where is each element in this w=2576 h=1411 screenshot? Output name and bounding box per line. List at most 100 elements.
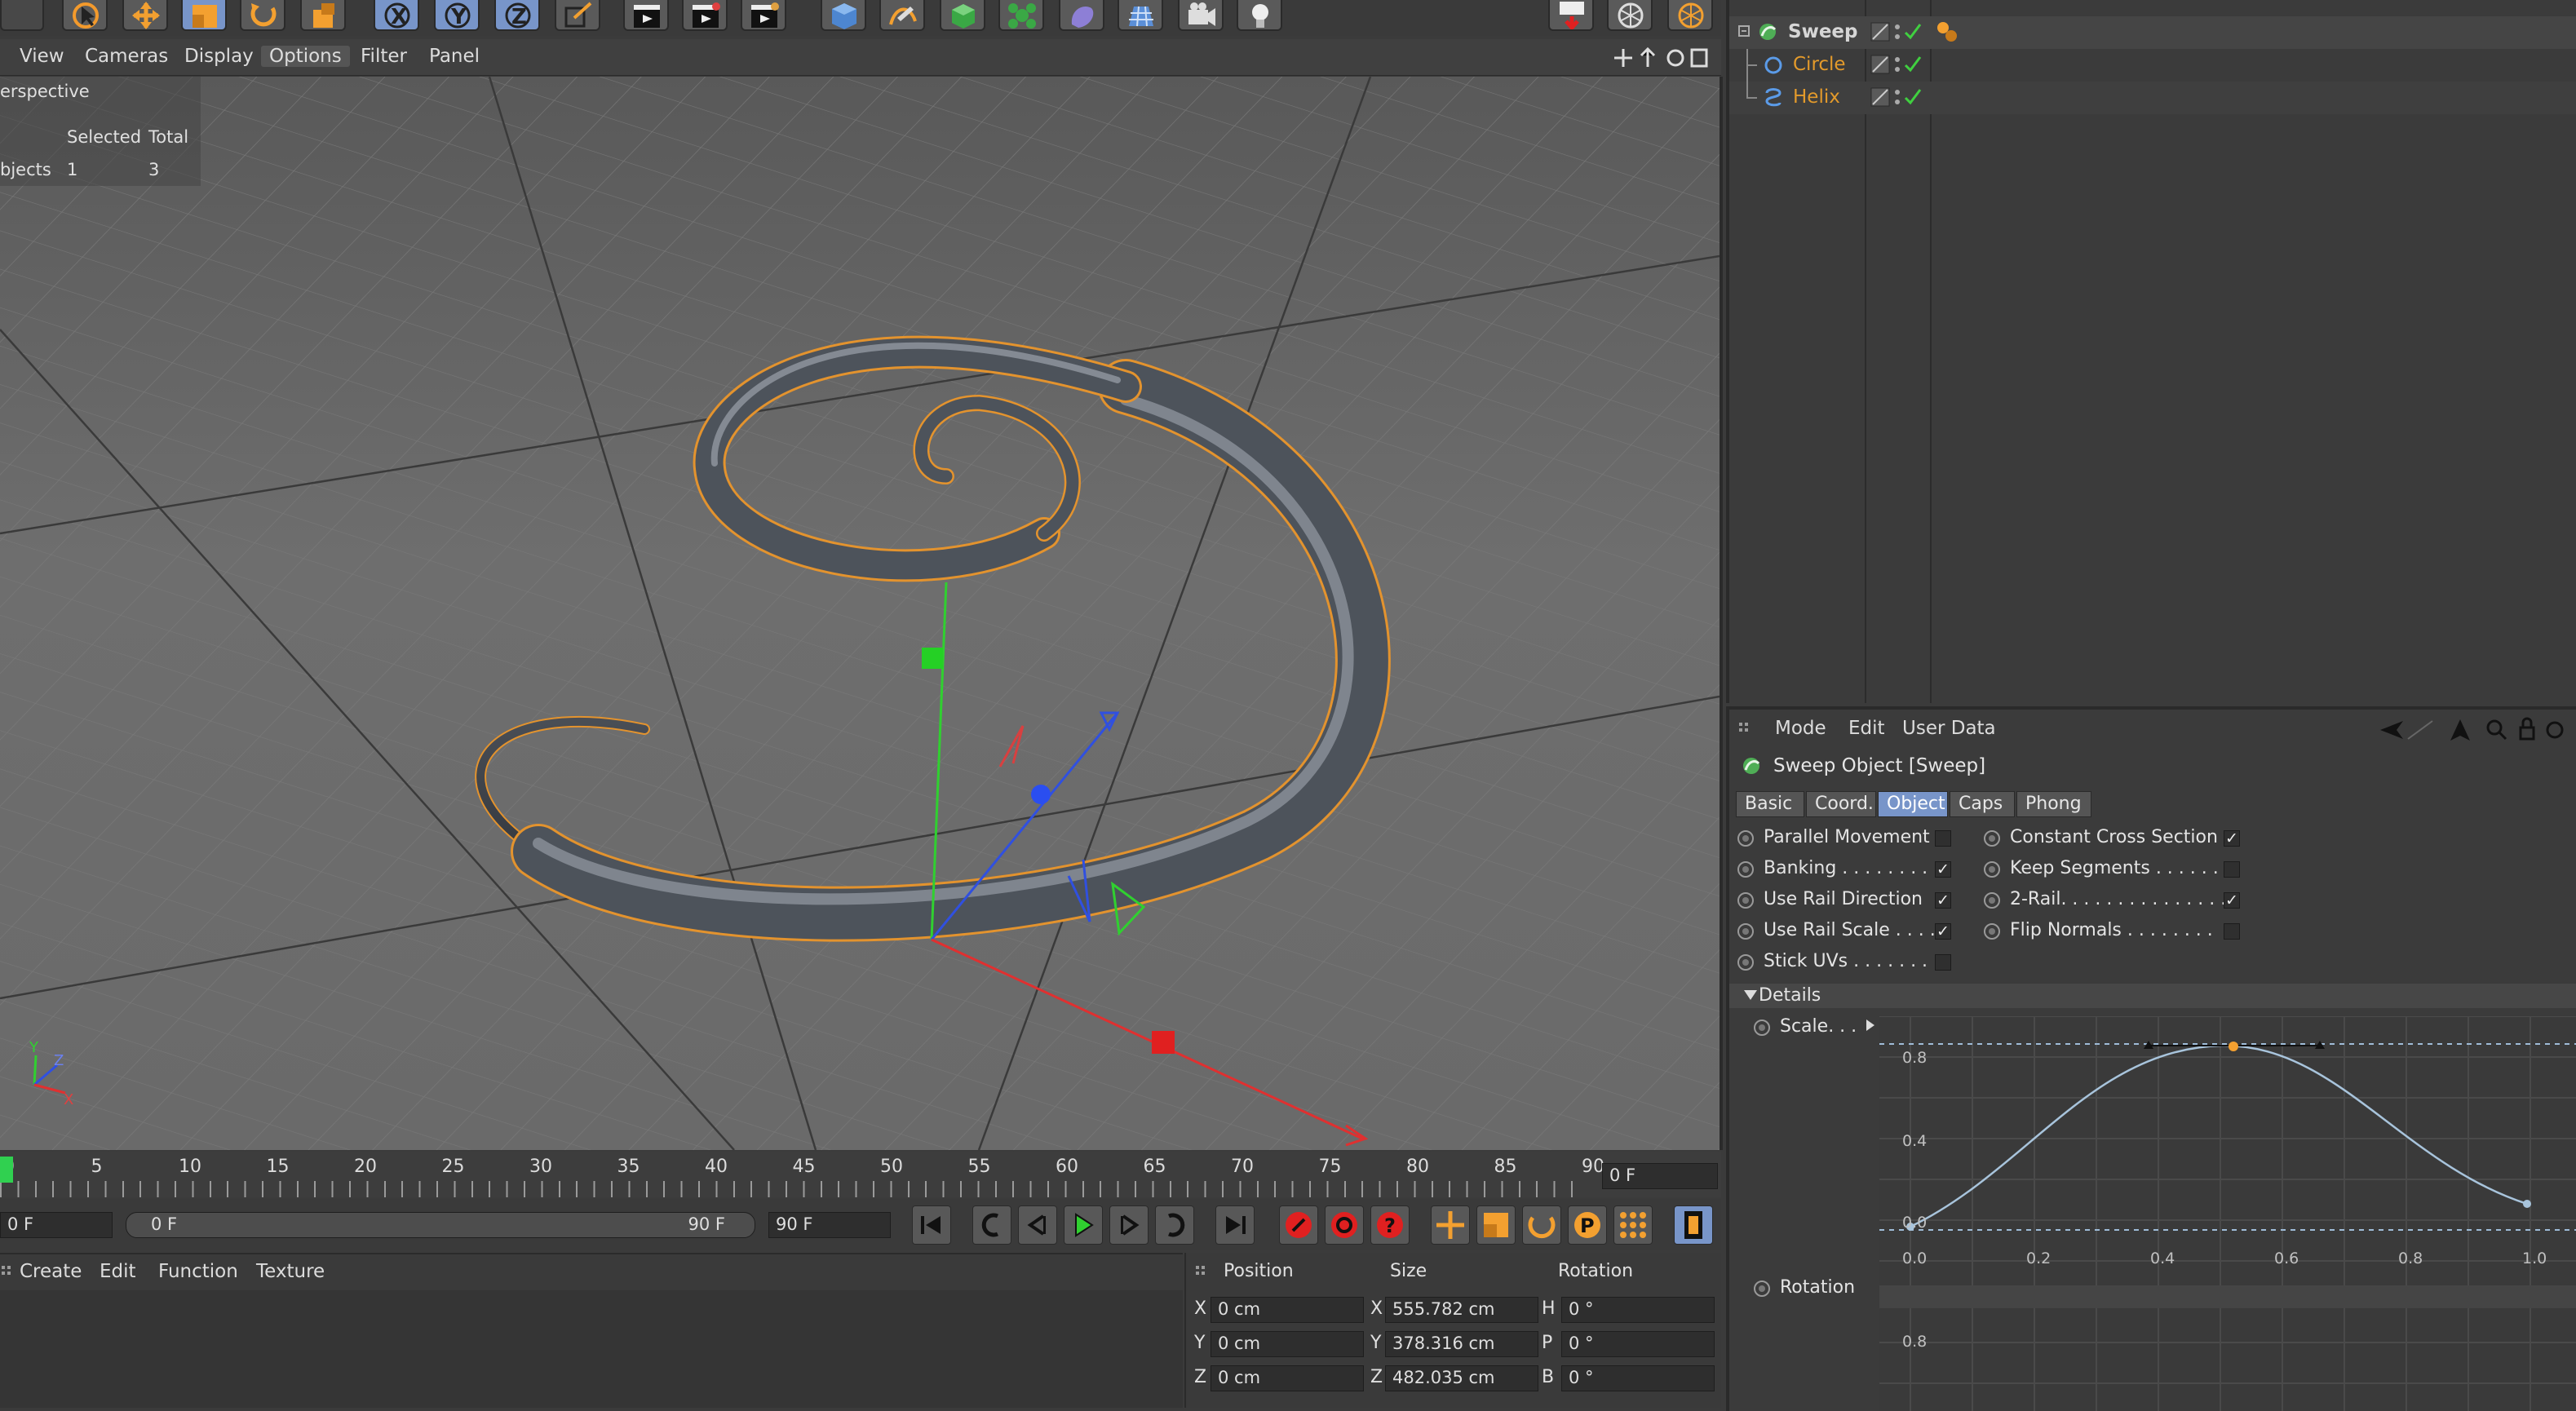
add-generator-button[interactable] [940, 0, 985, 31]
keep-segments-animate-toggle[interactable] [1984, 861, 2000, 878]
banking-checkbox[interactable]: ✓ [1935, 861, 1951, 878]
options-menu[interactable]: Options [261, 46, 350, 67]
snap-button[interactable] [1548, 0, 1594, 31]
visibility-toggles[interactable] [1870, 21, 1927, 44]
coordinate-system-button[interactable] [555, 0, 600, 31]
previous-frame-button[interactable] [1018, 1205, 1057, 1245]
toolbar-undo-button[interactable] [0, 0, 44, 31]
render-settings-button[interactable] [741, 0, 786, 31]
recent-tools-button[interactable] [300, 0, 346, 31]
position-y-field[interactable]: 0 cm [1211, 1331, 1364, 1357]
panel-grip-icon[interactable] [1737, 721, 1754, 737]
view-menu[interactable]: View [20, 46, 64, 67]
add-environment-button[interactable] [1118, 0, 1163, 31]
go-to-start-button[interactable] [912, 1205, 951, 1245]
x-axis-lock-button[interactable]: X [374, 0, 419, 31]
object-row-helix[interactable]: Helix [1729, 82, 2576, 114]
record-position-button[interactable] [1431, 1205, 1470, 1245]
use-rail-direction-checkbox[interactable]: ✓ [1935, 892, 1951, 909]
tab-object[interactable]: Object [1878, 791, 1948, 817]
add-deformer-button[interactable] [1059, 0, 1104, 31]
size-z-field[interactable]: 482.035 cm [1385, 1365, 1538, 1391]
stick-uvs-animate-toggle[interactable] [1737, 954, 1754, 971]
parallel-movement-animate-toggle[interactable] [1737, 830, 1754, 847]
scale-expand-icon[interactable] [1866, 1020, 1876, 1031]
y-axis-lock-button[interactable]: Y [434, 0, 480, 31]
viewport-scene[interactable] [0, 77, 1720, 1150]
keyframe-selection-button[interactable]: ? [1370, 1205, 1410, 1245]
display-menu[interactable]: Display [184, 46, 254, 67]
use-rail-scale-animate-toggle[interactable] [1737, 923, 1754, 940]
previous-key-button[interactable] [972, 1205, 1011, 1245]
texture-menu[interactable]: Texture [256, 1261, 325, 1282]
record-parameter-button[interactable]: P [1568, 1205, 1607, 1245]
am-navigation-icons[interactable] [2375, 716, 2571, 744]
filter-menu[interactable]: Filter [361, 46, 407, 67]
panel-menu[interactable]: Panel [429, 46, 480, 67]
start-frame-field[interactable]: 0 F [0, 1212, 113, 1238]
constant-cross-section-animate-toggle[interactable] [1984, 830, 2000, 847]
move-tool-button[interactable] [122, 0, 168, 31]
use-rail-direction-animate-toggle[interactable] [1737, 892, 1754, 909]
add-array-button[interactable] [998, 0, 1044, 31]
two-rail-checkbox[interactable]: ✓ [2224, 892, 2240, 909]
tab-caps[interactable]: Caps [1950, 791, 2015, 817]
object-name-circle[interactable]: Circle [1793, 54, 1846, 75]
keep-segments-checkbox[interactable] [2224, 861, 2240, 878]
rotation-b-field[interactable]: 0 ° [1561, 1365, 1715, 1391]
details-group-header[interactable]: Details [1729, 984, 2576, 1008]
scale-tool-button[interactable] [181, 0, 227, 31]
add-spline-button[interactable] [879, 0, 925, 31]
end-frame-field[interactable]: 90 F [768, 1212, 891, 1238]
panel-grip-icon[interactable] [0, 1264, 16, 1281]
preview-range-slider[interactable]: 0 F 90 F [126, 1212, 755, 1238]
scale-spline-graph[interactable] [1879, 1016, 2576, 1411]
visibility-toggles[interactable] [1870, 54, 1927, 77]
object-name-sweep[interactable]: Sweep [1788, 21, 1857, 42]
render-view-button[interactable] [623, 0, 669, 31]
create-menu[interactable]: Create [20, 1261, 82, 1282]
current-frame-field[interactable]: 0 F [1602, 1163, 1718, 1189]
z-axis-lock-button[interactable]: Z [494, 0, 540, 31]
flip-normals-checkbox[interactable] [2224, 923, 2240, 940]
live-selection-button[interactable] [62, 0, 108, 31]
record-pla-button[interactable] [1613, 1205, 1653, 1245]
next-key-button[interactable] [1155, 1205, 1194, 1245]
record-keys-button[interactable] [1279, 1205, 1318, 1245]
add-light-button[interactable] [1237, 0, 1282, 31]
banking-animate-toggle[interactable] [1737, 861, 1754, 878]
constant-cross-section-checkbox[interactable]: ✓ [2224, 830, 2240, 847]
use-rail-scale-checkbox[interactable]: ✓ [1935, 923, 1951, 940]
panel-grip-icon[interactable] [1194, 1264, 1211, 1281]
rotation-h-field[interactable]: 0 ° [1561, 1297, 1715, 1323]
tag-icons[interactable] [1933, 20, 1966, 44]
timeline-window-button[interactable] [1674, 1205, 1713, 1245]
object-row-circle[interactable]: Circle [1729, 49, 2576, 82]
function-menu[interactable]: Function [158, 1261, 238, 1282]
tab-phong[interactable]: Phong [2016, 791, 2091, 817]
record-rotation-button[interactable] [1522, 1205, 1561, 1245]
rotation-animate-toggle[interactable] [1754, 1281, 1770, 1297]
rotate-tool-button[interactable] [240, 0, 285, 31]
flip-normals-animate-toggle[interactable] [1984, 923, 2000, 940]
size-y-field[interactable]: 378.316 cm [1385, 1331, 1538, 1357]
cameras-menu[interactable]: Cameras [85, 46, 168, 67]
position-x-field[interactable]: 0 cm [1211, 1297, 1364, 1323]
timeline-ruler[interactable]: 051015202530354045505560657075808590 0 F [0, 1152, 1721, 1197]
two-rail-animate-toggle[interactable] [1984, 892, 2000, 909]
record-scale-button[interactable] [1476, 1205, 1516, 1245]
play-button[interactable] [1064, 1205, 1103, 1245]
stick-uvs-checkbox[interactable] [1935, 954, 1951, 971]
scale-animate-toggle[interactable] [1754, 1020, 1770, 1036]
rotation-p-field[interactable]: 0 ° [1561, 1331, 1715, 1357]
3d-viewport[interactable]: Y Z X [0, 77, 1723, 1150]
edit-menu[interactable]: Edit [100, 1261, 136, 1282]
viewport-navigation-icons[interactable] [1612, 46, 1710, 70]
object-name-helix[interactable]: Helix [1793, 86, 1840, 108]
render-to-picture-viewer-button[interactable] [682, 0, 728, 31]
position-z-field[interactable]: 0 cm [1211, 1365, 1364, 1391]
add-camera-button[interactable] [1178, 0, 1224, 31]
parallel-movement-checkbox[interactable] [1935, 830, 1951, 847]
material-list-area[interactable] [0, 1290, 1183, 1408]
axis-mode-button[interactable] [1667, 0, 1713, 31]
